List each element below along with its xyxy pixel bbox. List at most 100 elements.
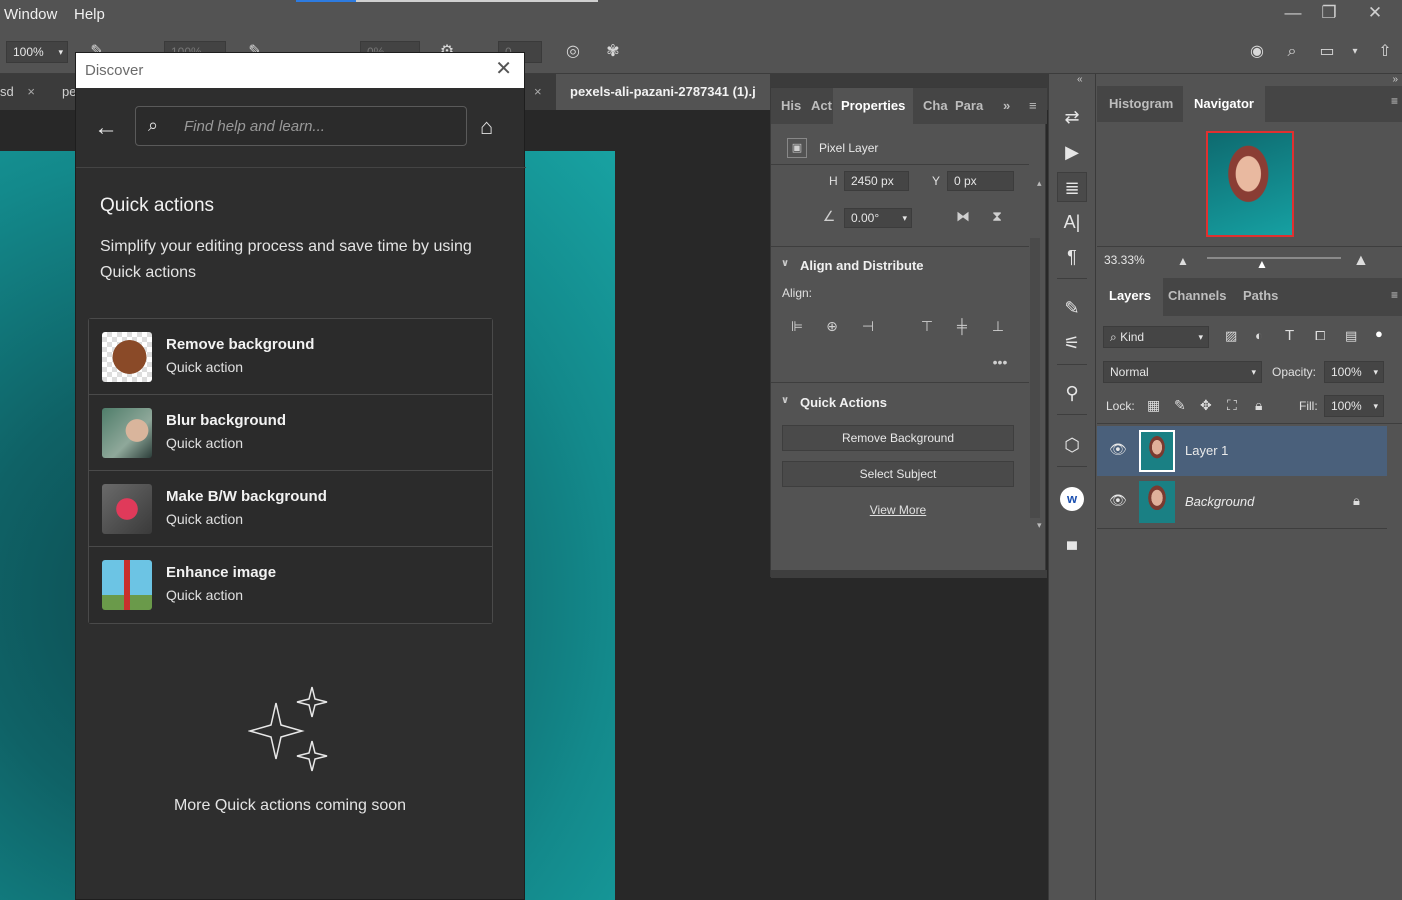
- filter-adjustment-icon[interactable]: ◐: [1255, 328, 1263, 343]
- opacity-field[interactable]: 100% ▾: [1324, 361, 1384, 383]
- menu-help[interactable]: Help: [74, 6, 105, 23]
- panel-menu-icon[interactable]: ≡: [1391, 288, 1398, 302]
- share-user-icon[interactable]: ◉: [1244, 40, 1270, 64]
- flip-horizontal-icon[interactable]: ⧓: [953, 208, 973, 228]
- close-window-button[interactable]: ✕: [1358, 2, 1392, 26]
- minimize-button[interactable]: —: [1276, 2, 1310, 26]
- search-input[interactable]: [184, 107, 454, 145]
- collapse-icon[interactable]: «: [1077, 74, 1083, 85]
- quick-action-make-bw-background[interactable]: Make B/W background Quick action: [89, 471, 492, 547]
- 3d-cube-icon[interactable]: ⬡: [1057, 430, 1087, 460]
- search-icon[interactable]: ⌕: [1279, 40, 1305, 64]
- tab-navigator[interactable]: Navigator: [1183, 86, 1265, 122]
- select-subject-button[interactable]: Select Subject: [782, 461, 1014, 487]
- workspace-icon[interactable]: ▭: [1314, 40, 1340, 64]
- paragraph-icon[interactable]: ¶: [1057, 242, 1087, 272]
- layer-name[interactable]: Background: [1185, 494, 1254, 509]
- chevron-down-icon[interactable]: ▾: [1342, 40, 1368, 64]
- chevron-down-icon[interactable]: ∨: [781, 258, 789, 269]
- chevron-down-icon[interactable]: ∨: [781, 395, 789, 406]
- tab-properties[interactable]: Properties: [833, 88, 914, 124]
- lock-pixels-icon[interactable]: ✎: [1174, 397, 1186, 414]
- quick-actions-heading[interactable]: Quick Actions: [800, 395, 887, 410]
- brush-presets-icon[interactable]: ⚟: [1057, 328, 1087, 358]
- tab-paragraph[interactable]: Para: [955, 88, 983, 124]
- filter-toggle-icon[interactable]: ●: [1375, 326, 1383, 341]
- symmetry-butterfly-icon[interactable]: ✾: [600, 40, 626, 64]
- adjustments-icon[interactable]: ≣: [1057, 172, 1087, 202]
- history-icon[interactable]: ⇄: [1057, 102, 1087, 132]
- panel-menu-icon[interactable]: ≡: [1029, 88, 1037, 124]
- layer-row-background[interactable]: 👁︎ Background 🔒︎: [1097, 477, 1387, 527]
- more-options-icon[interactable]: •••: [990, 354, 1010, 374]
- align-right-icon[interactable]: ⊣: [858, 318, 878, 338]
- navigator-zoom[interactable]: 33.33%: [1104, 253, 1145, 267]
- lock-all-icon[interactable]: 🔒︎: [1255, 397, 1262, 414]
- restore-button[interactable]: ❐: [1312, 2, 1346, 26]
- align-left-icon[interactable]: ⊫: [787, 318, 807, 338]
- tab-paths[interactable]: Paths: [1243, 278, 1278, 314]
- y-field[interactable]: 0 px: [947, 171, 1014, 191]
- layer-row-layer-1[interactable]: 👁︎ Layer 1: [1097, 426, 1387, 476]
- fill-field[interactable]: 100% ▾: [1324, 395, 1384, 417]
- lock-icon[interactable]: 🔒︎: [1353, 493, 1360, 509]
- expand-icon[interactable]: »: [1392, 74, 1398, 85]
- lock-transparency-icon[interactable]: ▦: [1147, 397, 1160, 414]
- align-heading[interactable]: Align and Distribute: [800, 258, 924, 273]
- zoom-in-icon[interactable]: ▲: [1353, 252, 1369, 270]
- scroll-up-icon[interactable]: ▴: [1037, 178, 1042, 189]
- zoom-select[interactable]: 100% ▾: [6, 41, 68, 63]
- lock-position-icon[interactable]: ✥: [1200, 397, 1212, 414]
- brush-settings-icon[interactable]: ✎: [1057, 293, 1087, 323]
- remove-background-button[interactable]: Remove Background: [782, 425, 1014, 451]
- quick-action-remove-background[interactable]: Remove background Quick action: [89, 319, 492, 395]
- doc-tab-active[interactable]: pexels-ali-pazani-2787341 (1).j: [556, 74, 770, 110]
- eye-icon[interactable]: 👁︎: [1109, 492, 1127, 509]
- panel-menu-icon[interactable]: ≡: [1391, 94, 1398, 108]
- filter-shape-icon[interactable]: ⧠: [1315, 328, 1325, 344]
- tab-histogram[interactable]: Histogram: [1109, 86, 1173, 122]
- filter-smart-object-icon[interactable]: ▤: [1345, 328, 1357, 344]
- plugin-w-icon[interactable]: w: [1057, 482, 1087, 512]
- character-icon[interactable]: A|: [1057, 207, 1087, 237]
- scroll-down-icon[interactable]: ▾: [1037, 520, 1042, 531]
- menu-window[interactable]: Window: [4, 6, 57, 23]
- kind-filter[interactable]: ⌕ Kind ▾: [1103, 326, 1209, 348]
- share-icon[interactable]: ⇧: [1372, 40, 1398, 64]
- quick-action-blur-background[interactable]: Blur background Quick action: [89, 395, 492, 471]
- tab-character[interactable]: Cha: [923, 88, 948, 124]
- navigator-preview[interactable]: [1206, 131, 1294, 237]
- tab-layers[interactable]: Layers: [1097, 278, 1163, 316]
- plugin-icon[interactable]: ▀: [1057, 534, 1087, 564]
- back-arrow-icon[interactable]: ←: [94, 114, 118, 142]
- height-field[interactable]: 2450 px: [844, 171, 909, 191]
- doc-tab-2[interactable]: pe: [62, 74, 76, 110]
- close-icon[interactable]: ×: [27, 84, 35, 99]
- layer-name[interactable]: Layer 1: [1185, 443, 1228, 458]
- home-icon[interactable]: ⌂: [480, 114, 493, 140]
- eye-icon[interactable]: 👁︎: [1109, 441, 1127, 458]
- zoom-out-icon[interactable]: ▲: [1177, 254, 1189, 268]
- zoom-slider-track[interactable]: [1207, 257, 1341, 259]
- blend-mode-select[interactable]: Normal ▾: [1103, 361, 1262, 383]
- tab-history[interactable]: His: [781, 88, 801, 124]
- panel-resize-handle[interactable]: [771, 570, 1047, 578]
- panel-expand-icon[interactable]: »: [1003, 88, 1010, 124]
- pressure-icon[interactable]: ◎: [560, 40, 586, 64]
- close-icon[interactable]: ×: [534, 74, 542, 110]
- align-bottom-icon[interactable]: ⊥: [988, 318, 1008, 338]
- close-icon[interactable]: ✕: [495, 53, 512, 86]
- align-center-h-icon[interactable]: ⊕: [822, 318, 842, 338]
- filter-image-icon[interactable]: ▨: [1225, 328, 1237, 344]
- align-top-icon[interactable]: ⊤: [917, 318, 937, 338]
- doc-tab-1[interactable]: sd ×: [0, 74, 44, 110]
- zoom-slider-handle[interactable]: ▲: [1256, 257, 1268, 271]
- tab-actions[interactable]: Act: [811, 88, 832, 124]
- view-more-link[interactable]: View More: [771, 503, 1025, 517]
- filter-type-icon[interactable]: T: [1285, 327, 1294, 344]
- clone-source-icon[interactable]: ⚲: [1057, 378, 1087, 408]
- play-icon[interactable]: ▶: [1057, 137, 1087, 167]
- align-middle-v-icon[interactable]: ╪: [952, 318, 972, 338]
- quick-action-enhance-image[interactable]: Enhance image Quick action: [89, 547, 492, 623]
- flip-vertical-icon[interactable]: ⧗: [987, 208, 1007, 228]
